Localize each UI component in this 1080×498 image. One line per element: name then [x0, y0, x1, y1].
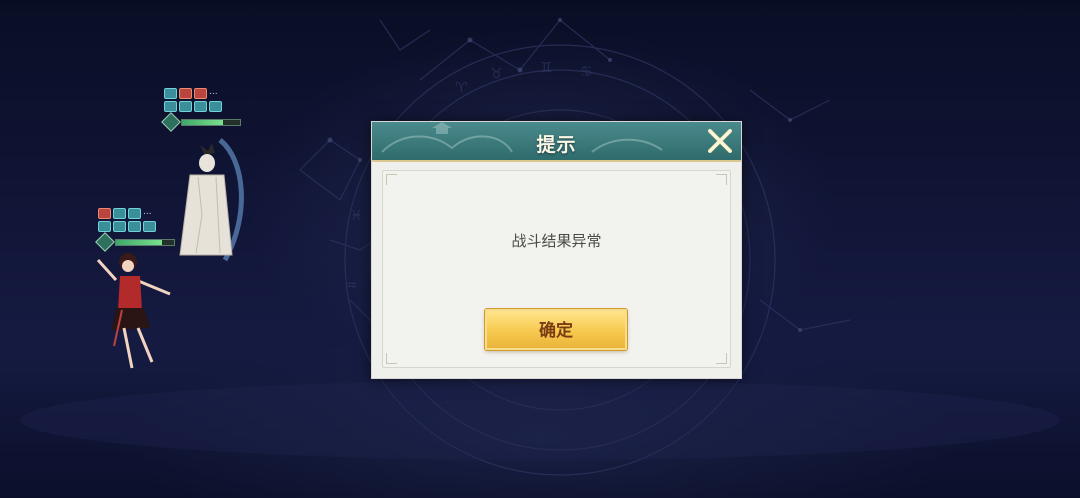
- enemy-unit-1[interactable]: ...: [161, 88, 241, 132]
- hp-bar: [115, 238, 175, 246]
- buff-icon: [164, 101, 177, 112]
- buff-icons: ...: [98, 208, 158, 232]
- buff-icon: [164, 88, 177, 99]
- buff-icon: [113, 221, 126, 232]
- hp-bar-fill: [116, 239, 163, 245]
- panel-corner: [386, 174, 397, 185]
- buff-icon: [194, 101, 207, 112]
- unit-type-icon: [161, 112, 181, 132]
- panel-corner: [716, 174, 727, 185]
- confirm-button[interactable]: 确定: [485, 309, 627, 350]
- dialog-message: 战斗结果异常: [511, 232, 602, 250]
- hp-bar-fill: [182, 119, 223, 125]
- buff-icon: [179, 88, 192, 99]
- buff-icon: [179, 101, 192, 112]
- buff-icons: ...: [164, 88, 224, 112]
- buff-more-indicator: ...: [143, 207, 152, 217]
- buff-more-indicator: ...: [209, 87, 218, 97]
- dialog-title: 提示: [536, 134, 577, 156]
- close-x-icon[interactable]: [705, 126, 735, 156]
- buff-icon: [194, 88, 207, 99]
- enemy-unit-2[interactable]: ...: [95, 208, 175, 252]
- buff-icon: [98, 221, 111, 232]
- panel-corner: [716, 353, 727, 364]
- battle-scene: ♈ ♉ ♊ ♋ ♓ ♒ ... ... 提示 战斗结果异常 确定: [0, 0, 1080, 498]
- buff-icon: [113, 208, 126, 219]
- buff-icon: [98, 208, 111, 219]
- dialog-header: 提示: [372, 122, 741, 162]
- unit-type-icon: [95, 232, 115, 252]
- hp-bar: [181, 118, 241, 126]
- panel-corner: [386, 353, 397, 364]
- buff-icon: [128, 208, 141, 219]
- buff-icon: [209, 101, 222, 112]
- buff-icon: [143, 221, 156, 232]
- red-dancer-character[interactable]: [92, 250, 182, 380]
- buff-icon: [128, 221, 141, 232]
- alert-dialog: 提示 战斗结果异常 确定: [371, 121, 742, 379]
